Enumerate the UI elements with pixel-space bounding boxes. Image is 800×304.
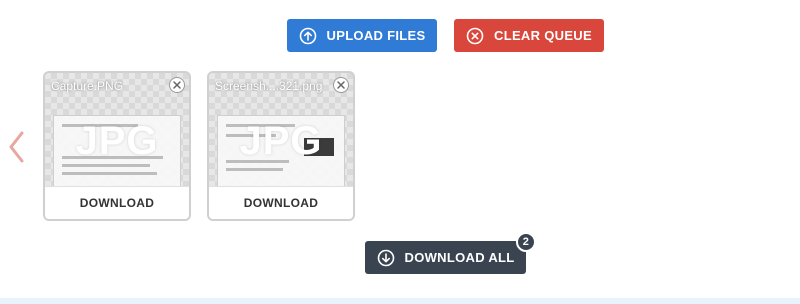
download-button[interactable]: DOWNLOAD: [209, 186, 353, 219]
arrow-down-circle-icon: [377, 249, 394, 266]
output-format: JPG: [75, 119, 159, 163]
upload-files-label: UPLOAD FILES: [326, 28, 426, 43]
close-icon: [337, 81, 345, 89]
download-all-button[interactable]: DOWNLOAD ALL 2: [365, 232, 536, 274]
close-icon: [173, 81, 181, 89]
file-name: Capture.PNG: [51, 79, 124, 93]
x-circle-icon: [466, 27, 484, 44]
file-card: Capture.PNG JPG DOWNLOAD: [43, 71, 191, 221]
arrow-up-circle-icon: [299, 27, 316, 44]
file-card: Screensh....321.png JPG DOWNLOAD: [207, 71, 355, 221]
file-name: Screensh....321.png: [215, 79, 323, 93]
file-count-badge: 2: [516, 232, 536, 252]
output-format: JPG: [239, 119, 323, 163]
clear-queue-button[interactable]: CLEAR QUEUE: [454, 19, 604, 52]
download-all-label: DOWNLOAD ALL: [404, 250, 515, 265]
remove-file-button[interactable]: [333, 77, 349, 93]
clear-queue-label: CLEAR QUEUE: [494, 28, 592, 43]
download-button[interactable]: DOWNLOAD: [45, 186, 189, 219]
upload-files-button[interactable]: UPLOAD FILES: [287, 19, 437, 52]
remove-file-button[interactable]: [169, 77, 185, 93]
footer-strip: [0, 298, 800, 304]
chevron-left-icon[interactable]: [6, 130, 26, 164]
